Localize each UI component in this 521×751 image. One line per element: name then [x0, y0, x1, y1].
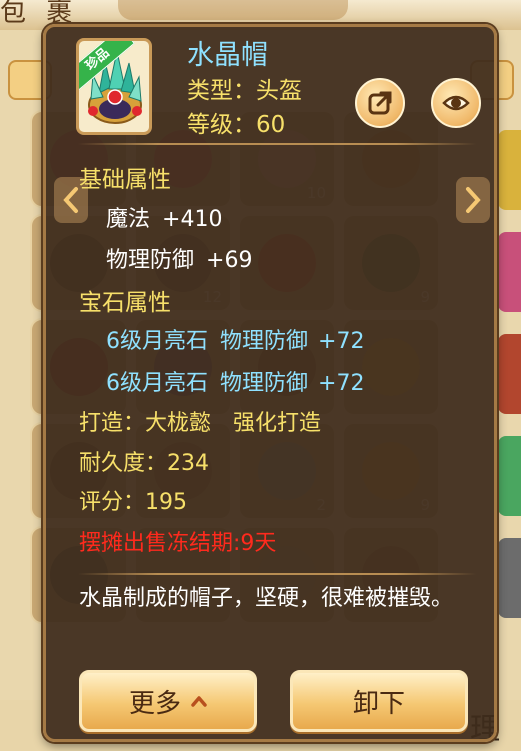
attr-value: +410: [162, 207, 223, 232]
share-icon: [368, 91, 392, 115]
craft-info: 打造：大栊懿 强化打造: [79, 411, 322, 436]
gem-stat: 物理防御: [220, 371, 309, 396]
eye-icon: [442, 95, 470, 111]
divider: [78, 143, 476, 145]
gem-value: +72: [318, 329, 365, 354]
item-type: 类型：头盔: [187, 78, 302, 104]
next-item-arrow[interactable]: [456, 177, 490, 223]
attr-value: +69: [206, 248, 253, 273]
score: 评分：195: [79, 490, 187, 515]
more-button[interactable]: 更多: [79, 670, 257, 732]
gem-row: 6级月亮石 物理防御 +72: [106, 365, 364, 397]
chevron-left-icon: [63, 187, 78, 213]
side-item-strip: [498, 130, 521, 690]
attr-label: 物理防御: [106, 248, 195, 273]
item-level: 等级：60: [187, 112, 286, 138]
item-description: 水晶制成的帽子，坚硬，很难被摧毁。: [79, 586, 454, 611]
attr-label: 魔法: [106, 207, 151, 232]
chevron-up-icon: [191, 696, 207, 707]
basic-attrs-title: 基础属性: [79, 167, 171, 193]
gem-stat: 物理防御: [220, 329, 309, 354]
more-button-label: 更多: [128, 688, 181, 719]
durability: 耐久度：234: [79, 451, 209, 476]
share-button[interactable]: [355, 78, 405, 128]
title-decoration: [118, 0, 348, 20]
attr-row: 物理防御 +69: [106, 242, 252, 274]
divider: [78, 573, 476, 575]
item-icon-frame: 珍品: [76, 38, 152, 135]
item-tooltip: 珍品 水晶帽 类型：头盔 等级：60 基础属性 魔法 +410 物理防御 +69 宝…: [43, 24, 497, 742]
chevron-right-icon: [466, 187, 481, 213]
preview-button[interactable]: [431, 78, 481, 128]
freeze-notice: 摆摊出售冻结期:9天: [79, 531, 277, 556]
gem-value: +72: [318, 371, 365, 396]
attr-row: 魔法 +410: [106, 201, 222, 233]
gem-name: 6级月亮石: [106, 329, 208, 354]
gem-name: 6级月亮石: [106, 371, 208, 396]
unequip-button[interactable]: 卸下: [290, 670, 468, 732]
gem-row: 6级月亮石 物理防御 +72: [106, 323, 364, 355]
unequip-button-label: 卸下: [352, 688, 405, 719]
gem-attrs-title: 宝石属性: [79, 290, 171, 316]
item-name: 水晶帽: [187, 40, 268, 71]
